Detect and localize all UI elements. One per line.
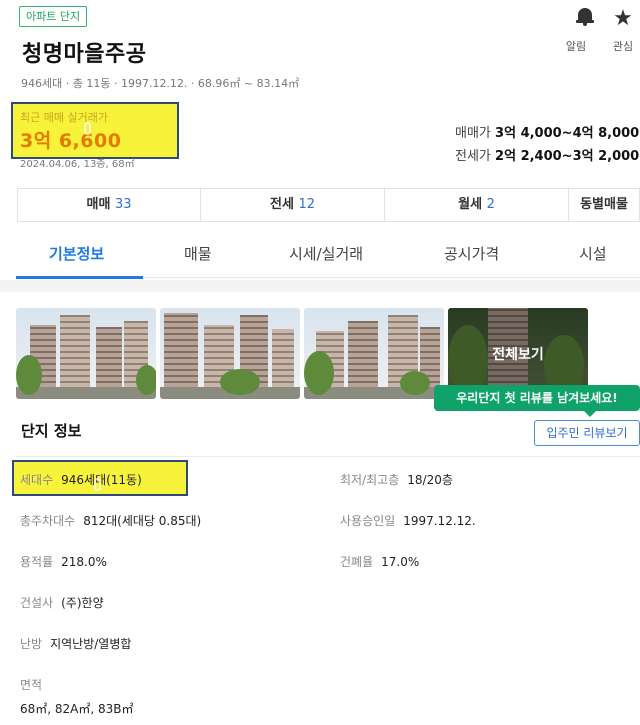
sale-price-range: 매매가 3억 4,000~4억 8,000 [455,122,639,141]
info-key: 용적률 [20,555,54,569]
resident-review-button[interactable]: 입주민 리뷰보기 [534,420,640,446]
complex-summary: 946세대 · 총 11동 · 1997.12.12. · 68.96㎡ ~ 8… [21,77,300,90]
main-tabs: 기본정보 매물 시세/실거래 공시가격 시설 [16,235,640,279]
info-heating: 난방 지역난방/열병합 [20,635,131,652]
complex-photo-1[interactable] [16,308,156,399]
sale-price-value: 3억 4,000~4억 8,000 [495,126,640,141]
info-parking: 총주차대수 812대(세대당 0.85대) [20,512,201,529]
review-banner-text: 우리단지 첫 리뷰를 남겨보세요! [456,391,618,405]
deal-tab-jeonse[interactable]: 전세 12 [201,189,385,221]
first-review-banner[interactable]: 우리단지 첫 리뷰를 남겨보세요! [434,385,640,417]
info-key: 건설사 [20,596,54,610]
info-value: 946세대(11동) [61,473,142,487]
info-value: 지역난방/열병합 [50,637,132,651]
info-floors: 최저/최고층 18/20층 [340,471,453,488]
recent-trade-price: 3억 6,600 [20,130,122,152]
info-key: 사용승인일 [340,514,396,528]
info-value: 218.0% [61,555,107,569]
deal-tab-sale[interactable]: 매매 33 [18,189,201,221]
tab-basic-info[interactable]: 기본정보 [49,243,104,264]
sale-price-label: 매매가 [455,126,491,141]
deal-tab-monthly[interactable]: 월세 2 [385,189,569,221]
deal-tab-label: 동별매물 [580,197,628,212]
info-key: 세대수 [20,473,54,487]
deal-tab-label: 전세 [270,197,294,212]
info-key: 건폐율 [340,555,374,569]
tab-market-price[interactable]: 시세/실거래 [289,243,363,264]
info-key: 총주차대수 [20,514,76,528]
tab-facilities[interactable]: 시설 [579,243,607,264]
tab-listings[interactable]: 매물 [184,243,212,264]
jeonse-price-value: 2억 2,400~3억 2,000 [495,149,640,164]
section-gap [0,280,640,292]
deal-tab-count: 33 [114,197,132,212]
jeonse-price-range: 전세가 2억 2,400~3억 2,000 [455,145,639,164]
alarm-label: 알림 [565,40,587,53]
info-value: 17.0% [381,555,420,569]
deal-tab-count: 2 [486,197,495,212]
info-key: 최저/최고층 [340,473,400,487]
recent-trade-date: 2024.04.06, 13층, 68㎡ [20,159,135,170]
info-value: 1997.12.12. [403,514,476,528]
favorite-label: 관심 [612,40,634,53]
complex-name: 청명마을주공 [22,42,147,67]
info-area-value: 68㎡, 82A㎡, 83B㎡ [20,702,134,716]
info-approval-date: 사용승인일 1997.12.12. [340,512,476,529]
section-title: 단지 정보 [21,422,82,440]
complex-type-tag: 아파트 단지 [19,6,88,27]
recent-trade-label: 최근 매매 실거래가 [20,111,108,124]
info-value: (주)한양 [61,596,104,610]
info-key: 난방 [20,637,43,651]
info-floor-area-ratio: 용적률 218.0% [20,553,107,570]
info-key: 면적 [20,678,43,692]
deal-type-tabs: 매매 33 전세 12 월세 2 동별매물 [17,188,640,222]
info-households: 세대수 946세대(11동) [20,471,142,488]
deal-tab-by-building[interactable]: 동별매물 [569,189,639,221]
star-icon: ★ [613,6,633,31]
banner-tail [584,411,596,417]
info-area: 면적 [20,676,50,693]
active-tab-indicator [16,276,143,279]
alarm-button[interactable]: 알림 [561,6,594,54]
view-all-label: 전체보기 [492,347,544,363]
deal-tab-count: 12 [298,197,315,212]
deal-tab-label: 매매 [86,197,111,212]
info-value: 18/20층 [407,473,453,487]
cursor-marker [94,478,101,491]
info-building-coverage: 건폐율 17.0% [340,553,419,570]
favorite-button[interactable]: ★ 관심 [608,6,638,54]
info-divider [16,456,640,457]
deal-tab-label: 월세 [458,197,483,212]
info-value: 812대(세대당 0.85대) [83,514,202,528]
tab-official-price[interactable]: 공시가격 [444,243,499,264]
info-builder: 건설사 (주)한양 [20,594,104,611]
complex-photo-3[interactable] [304,308,444,399]
complex-photo-2[interactable] [160,308,300,399]
bell-icon [561,6,594,32]
cursor-marker [84,122,91,135]
jeonse-price-label: 전세가 [455,149,491,164]
